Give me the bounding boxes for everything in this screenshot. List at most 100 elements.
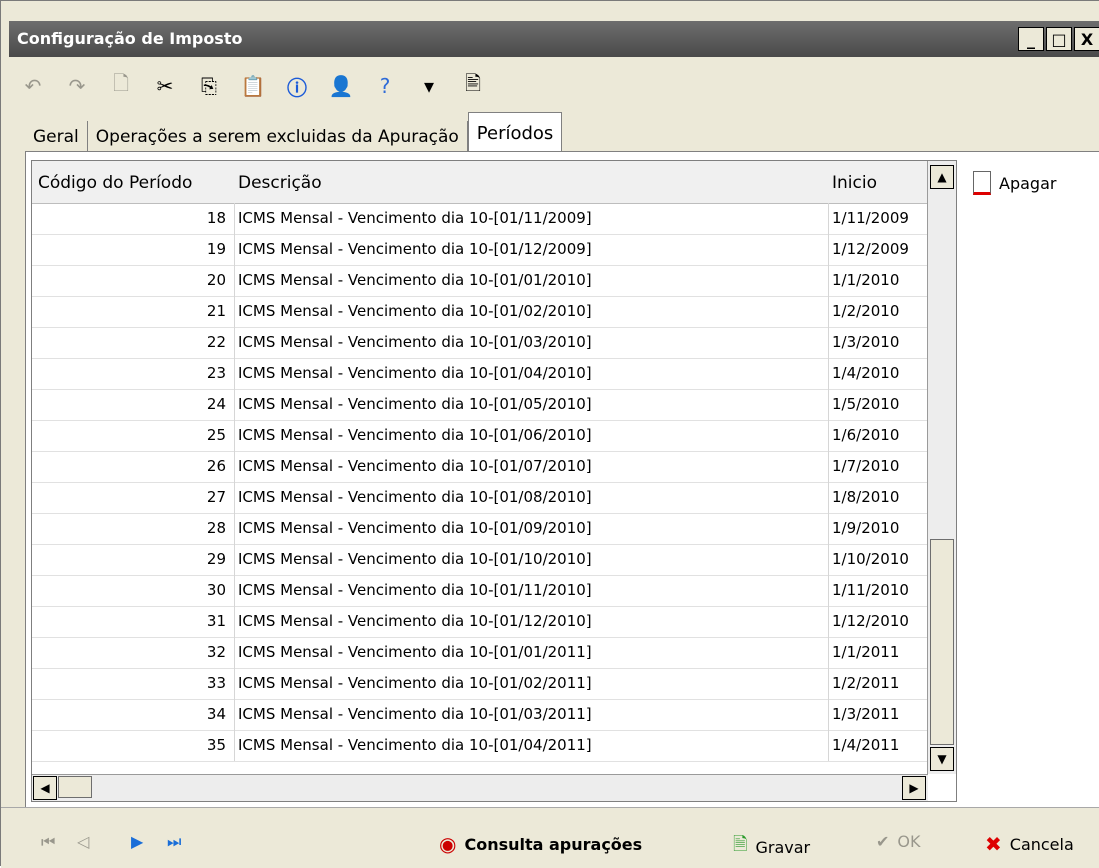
paste-icon[interactable]: 📋 — [239, 72, 267, 100]
column-separator — [828, 358, 829, 389]
scroll-up-button[interactable]: ▲ — [930, 165, 954, 189]
table-row[interactable]: 24 ICMS Mensal - Vencimento dia 10-[01/05… — [32, 389, 928, 421]
scroll-right-button[interactable]: ▶ — [902, 776, 926, 800]
column-separator — [828, 730, 829, 761]
next-record-icon[interactable]: ▶ — [131, 832, 143, 851]
header-descricao[interactable]: Descrição — [238, 173, 322, 193]
column-separator — [234, 265, 235, 296]
column-separator — [234, 203, 235, 234]
cell-descricao: ICMS Mensal - Vencimento dia 10-[01/04/2… — [238, 736, 592, 754]
table-row[interactable]: 30 ICMS Mensal - Vencimento dia 10-[01/11… — [32, 575, 928, 607]
table-row[interactable]: 19 ICMS Mensal - Vencimento dia 10-[01/12… — [32, 234, 928, 266]
cell-inicio: 1/5/2010 — [832, 395, 900, 413]
column-separator — [234, 606, 235, 637]
first-record-icon[interactable]: ⏮ — [41, 832, 55, 852]
column-separator — [234, 482, 235, 513]
column-separator — [828, 234, 829, 265]
table-row[interactable]: 18 ICMS Mensal - Vencimento dia 10-[01/11… — [32, 203, 928, 235]
gravar-button[interactable]: 🗎 Gravar — [733, 832, 810, 862]
header-inicio[interactable]: Inicio — [832, 173, 877, 193]
table-row[interactable]: 25 ICMS Mensal - Vencimento dia 10-[01/06… — [32, 420, 928, 452]
table-row[interactable]: 28 ICMS Mensal - Vencimento dia 10-[01/09… — [32, 513, 928, 545]
table-row[interactable]: 21 ICMS Mensal - Vencimento dia 10-[01/02… — [32, 296, 928, 328]
table-row[interactable]: 31 ICMS Mensal - Vencimento dia 10-[01/12… — [32, 606, 928, 638]
cell-descricao: ICMS Mensal - Vencimento dia 10-[01/06/2… — [238, 426, 592, 444]
toolbar: ↶ ↷ 🗋 ✂ ⎘ 📋 ⓘ 👤 ? ▾ 🖹 — [9, 61, 1099, 111]
cell-descricao: ICMS Mensal - Vencimento dia 10-[01/09/2… — [238, 519, 592, 537]
apagar-label: Apagar — [999, 173, 1057, 193]
column-separator — [828, 575, 829, 606]
table-row[interactable]: 33 ICMS Mensal - Vencimento dia 10-[01/02… — [32, 668, 928, 700]
consulta-apuracoes-button[interactable]: ◉ Consulta apurações — [439, 832, 642, 856]
cell-descricao: ICMS Mensal - Vencimento dia 10-[01/04/2… — [238, 364, 592, 382]
cell-inicio: 1/12/2010 — [832, 612, 909, 630]
apagar-button[interactable]: Apagar — [973, 171, 1056, 195]
cell-descricao: ICMS Mensal - Vencimento dia 10-[01/12/2… — [238, 240, 592, 258]
table-row[interactable]: 20 ICMS Mensal - Vencimento dia 10-[01/01… — [32, 265, 928, 297]
vertical-scrollbar[interactable]: ▲ ▼ — [927, 161, 956, 774]
cell-inicio: 1/11/2009 — [832, 209, 909, 227]
header-codigo[interactable]: Código do Período — [38, 173, 192, 193]
periods-grid[interactable]: Código do Período Descrição Inicio 18 ICM… — [31, 160, 957, 802]
column-separator — [234, 730, 235, 761]
prev-record-icon[interactable]: ◁ — [77, 832, 89, 851]
table-row[interactable]: 29 ICMS Mensal - Vencimento dia 10-[01/10… — [32, 544, 928, 576]
table-row[interactable]: 23 ICMS Mensal - Vencimento dia 10-[01/04… — [32, 358, 928, 390]
hscroll-thumb[interactable] — [58, 776, 92, 798]
tab-operacoes[interactable]: Operações a serem excluidas da Apuração — [87, 121, 468, 153]
table-row[interactable]: 35 ICMS Mensal - Vencimento dia 10-[01/04… — [32, 730, 928, 762]
ok-button[interactable]: ✔ OK — [876, 832, 921, 851]
document-icon[interactable]: 🖹 — [459, 71, 487, 100]
table-row[interactable]: 32 ICMS Mensal - Vencimento dia 10-[01/01… — [32, 637, 928, 669]
table-row[interactable]: 26 ICMS Mensal - Vencimento dia 10-[01/07… — [32, 451, 928, 483]
last-record-icon[interactable]: ⏭ — [167, 832, 181, 852]
tab-periodos[interactable]: Períodos — [467, 112, 563, 153]
cell-descricao: ICMS Mensal - Vencimento dia 10-[01/11/2… — [238, 209, 592, 227]
cell-descricao: ICMS Mensal - Vencimento dia 10-[01/10/2… — [238, 550, 592, 568]
cell-codigo: 29 — [206, 550, 226, 568]
column-separator — [828, 327, 829, 358]
cell-descricao: ICMS Mensal - Vencimento dia 10-[01/01/2… — [238, 271, 592, 289]
cell-descricao: ICMS Mensal - Vencimento dia 10-[01/11/2… — [238, 581, 592, 599]
cell-inicio: 1/7/2010 — [832, 457, 900, 475]
horizontal-scrollbar[interactable]: ◀ ▶ — [32, 774, 928, 801]
scroll-thumb[interactable] — [930, 539, 954, 745]
close-button[interactable]: X — [1074, 27, 1099, 51]
bottom-bar: ⏮ ◁ ▶ ⏭ ◉ Consulta apurações 🗎 Gravar ✔ … — [1, 807, 1099, 868]
copy-icon[interactable]: ⎘ — [195, 72, 223, 100]
column-separator — [828, 699, 829, 730]
column-separator — [234, 420, 235, 451]
column-separator — [828, 420, 829, 451]
minimize-button[interactable]: _ — [1018, 27, 1044, 51]
check-icon: ✔ — [876, 832, 890, 851]
tab-geral[interactable]: Geral — [25, 121, 88, 153]
column-separator — [828, 296, 829, 327]
x-icon: ✖ — [985, 832, 1002, 856]
cell-codigo: 18 — [206, 209, 226, 227]
scroll-left-button[interactable]: ◀ — [33, 776, 57, 800]
cancela-label: Cancela — [1009, 834, 1074, 854]
tab-bar: Geral Operações a serem excluidas da Apu… — [25, 112, 563, 153]
cancela-button[interactable]: ✖ Cancela — [985, 832, 1074, 856]
delete-icon — [973, 171, 991, 195]
cell-inicio: 1/8/2010 — [832, 488, 900, 506]
cell-inicio: 1/12/2009 — [832, 240, 909, 258]
window: Configuração de Imposto _ □ X ↶ ↷ 🗋 ✂ ⎘ … — [0, 0, 1099, 868]
cell-inicio: 1/2/2010 — [832, 302, 900, 320]
info-icon[interactable]: ⓘ — [283, 72, 311, 100]
help-icon[interactable]: ? — [371, 72, 399, 100]
user-icon[interactable]: 👤 — [327, 72, 355, 100]
dropdown-icon[interactable]: ▾ — [415, 72, 443, 100]
cell-codigo: 26 — [206, 457, 226, 475]
column-separator — [234, 575, 235, 606]
maximize-button[interactable]: □ — [1046, 27, 1072, 51]
table-row[interactable]: 34 ICMS Mensal - Vencimento dia 10-[01/03… — [32, 699, 928, 731]
table-row[interactable]: 22 ICMS Mensal - Vencimento dia 10-[01/03… — [32, 327, 928, 359]
window-title: Configuração de Imposto — [17, 29, 243, 48]
table-row[interactable]: 27 ICMS Mensal - Vencimento dia 10-[01/08… — [32, 482, 928, 514]
redo-icon[interactable]: ↷ — [63, 72, 91, 100]
scroll-down-button[interactable]: ▼ — [930, 747, 954, 771]
undo-icon[interactable]: ↶ — [19, 72, 47, 100]
new-doc-icon[interactable]: 🗋 — [107, 71, 135, 100]
cut-icon[interactable]: ✂ — [151, 72, 179, 100]
